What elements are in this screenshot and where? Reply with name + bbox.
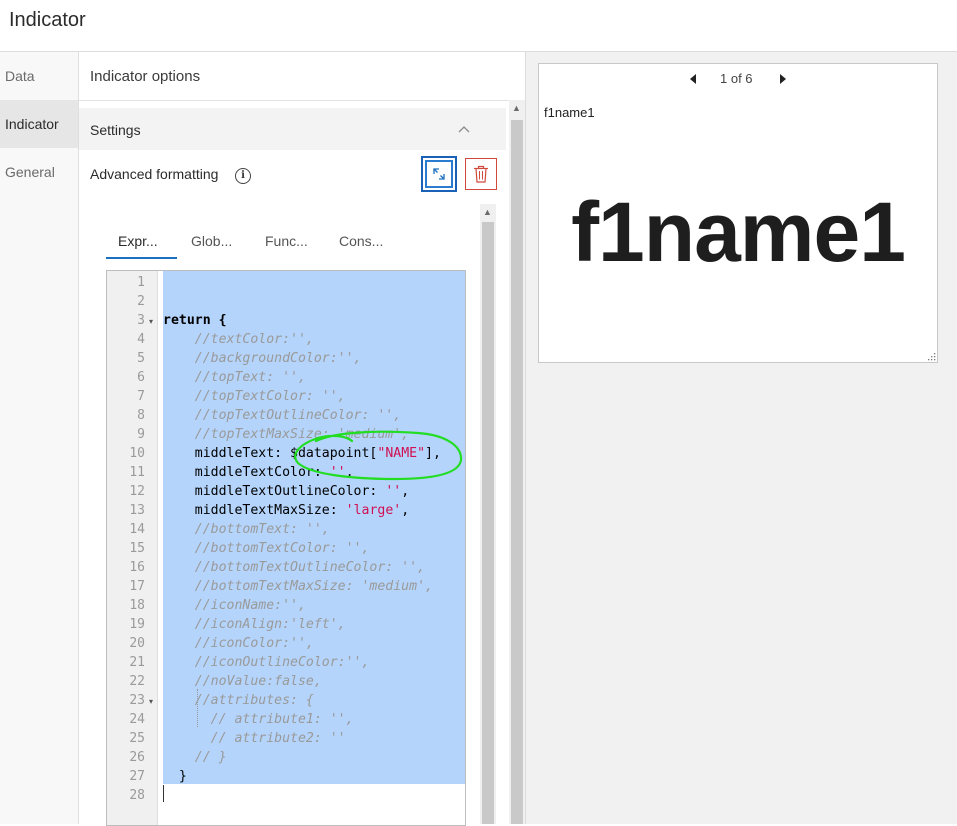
indicator-preview-card: 1 of 6 f1name1 f1name1 <box>538 63 938 363</box>
code-line: //attributes: { <box>163 693 314 708</box>
nav-item-indicator[interactable]: Indicator <box>0 100 78 148</box>
panel-title: Indicator options <box>90 68 201 85</box>
line-number: 25 <box>129 731 145 746</box>
info-icon[interactable]: i <box>235 168 251 184</box>
tab-globals[interactable]: Glob... <box>191 233 232 259</box>
code-line: // } <box>163 750 227 765</box>
line-number: 21 <box>129 655 145 670</box>
fold-toggle-icon[interactable]: ▾ <box>149 317 153 326</box>
line-number: 17 <box>129 579 145 594</box>
code-line: //iconAlign:'left', <box>163 617 346 632</box>
code-line: //noValue:false, <box>163 674 322 689</box>
line-number: 16 <box>129 560 145 575</box>
scrollbar-thumb[interactable] <box>511 120 523 824</box>
settings-section-header[interactable]: Settings <box>79 108 506 150</box>
line-number: 26 <box>129 750 145 765</box>
line-number: 6 <box>137 370 145 385</box>
tab-constants[interactable]: Cons... <box>339 233 383 259</box>
page-count: 1 of 6 <box>720 71 753 86</box>
code-line: //topTextMaxSize: 'medium', <box>163 427 410 442</box>
code-line: middleText: $datapoint["NAME"], <box>163 446 441 461</box>
indicator-top-text: f1name1 <box>544 105 595 120</box>
nav-item-data[interactable]: Data <box>0 52 78 100</box>
scrollbar-thumb[interactable] <box>482 222 494 824</box>
preview-area: 1 of 6 f1name1 f1name1 <box>526 52 957 824</box>
caret-right-icon[interactable] <box>779 74 787 84</box>
line-number: 4 <box>137 332 145 347</box>
line-number: 10 <box>129 446 145 461</box>
code-line: middleTextOutlineColor: '', <box>163 484 410 499</box>
trash-icon <box>474 165 488 183</box>
line-number: 22 <box>129 674 145 689</box>
page-title: Indicator <box>9 9 86 31</box>
pager: 1 of 6 <box>539 71 937 89</box>
line-number: 9 <box>137 427 145 442</box>
code-line: //backgroundColor:'', <box>163 351 362 366</box>
line-number: 15 <box>129 541 145 556</box>
code-line: //bottomTextMaxSize: 'medium', <box>163 579 433 594</box>
code-line: //topText: '', <box>163 370 306 385</box>
code-line: //bottomText: '', <box>163 522 330 537</box>
code-line: // attribute2: '' <box>163 731 346 746</box>
line-number: 11 <box>129 465 145 480</box>
expand-editor-button[interactable] <box>421 156 457 192</box>
app-header: Indicator <box>0 0 957 52</box>
code-line: return { <box>163 313 227 328</box>
settings-label: Settings <box>90 122 141 138</box>
code-line: //topTextColor: '', <box>163 389 346 404</box>
fold-toggle-icon[interactable]: ▾ <box>149 697 153 706</box>
tab-functions[interactable]: Func... <box>265 233 308 259</box>
code-line: } <box>163 769 187 784</box>
code-line: //iconName:'', <box>163 598 306 613</box>
line-number: 14 <box>129 522 145 537</box>
nav-item-label: Data <box>5 68 35 84</box>
code-editor[interactable]: 1 2 3 ▾ return {4 //textColor:'', 5 //backgro… <box>106 270 466 826</box>
code-line: middleTextMaxSize: 'large', <box>163 503 410 518</box>
line-number: 7 <box>137 389 145 404</box>
settings-nav: Data Indicator General <box>0 52 79 824</box>
caret-left-icon[interactable] <box>689 74 697 84</box>
line-number: 2 <box>137 294 145 309</box>
indicator-middle-text: f1name1 <box>571 185 906 279</box>
code-line: //textColor:'', <box>163 332 314 347</box>
code-line: middleTextColor: '', <box>163 465 354 480</box>
line-number: 3 <box>137 313 145 328</box>
text-cursor <box>163 785 164 802</box>
line-number: 8 <box>137 408 145 423</box>
nav-item-label: General <box>5 164 55 180</box>
line-number: 28 <box>129 788 145 803</box>
resize-grip-icon[interactable] <box>926 351 936 361</box>
line-number: 1 <box>137 275 145 290</box>
code-line: // attribute1: '', <box>163 712 354 727</box>
chevron-up-icon <box>458 126 470 133</box>
advanced-formatting-label: Advanced formatting <box>90 166 219 182</box>
scroll-up-icon[interactable]: ▲ <box>512 103 521 113</box>
code-line: //iconOutlineColor:'', <box>163 655 370 670</box>
divider <box>79 100 525 101</box>
line-number: 13 <box>129 503 145 518</box>
line-number: 23 <box>129 693 145 708</box>
line-number: 12 <box>129 484 145 499</box>
line-number: 20 <box>129 636 145 651</box>
editor-tabs: Expr... Glob... Func... Cons... <box>106 233 406 261</box>
line-number: 24 <box>129 712 145 727</box>
nav-item-general[interactable]: General <box>0 148 78 196</box>
panel-scrollbar[interactable]: ▲ <box>509 100 525 824</box>
indicator-options-panel: Indicator options Settings ▲ Advanced fo… <box>79 52 526 826</box>
code-line: //iconColor:'', <box>163 636 314 651</box>
expand-icon <box>433 168 445 180</box>
code-line: //topTextOutlineColor: '', <box>163 408 402 423</box>
delete-expression-button[interactable] <box>465 158 497 190</box>
editor-scrollbar[interactable]: ▲ <box>480 204 496 824</box>
code-line: //bottomTextOutlineColor: '', <box>163 560 426 575</box>
tab-expressions[interactable]: Expr... <box>106 233 177 259</box>
nav-item-label: Indicator <box>5 116 59 132</box>
line-number: 27 <box>129 769 145 784</box>
line-number: 18 <box>129 598 145 613</box>
line-number: 19 <box>129 617 145 632</box>
code-line: //bottomTextColor: '', <box>163 541 370 556</box>
line-number: 5 <box>137 351 145 366</box>
scroll-up-icon[interactable]: ▲ <box>483 207 492 217</box>
